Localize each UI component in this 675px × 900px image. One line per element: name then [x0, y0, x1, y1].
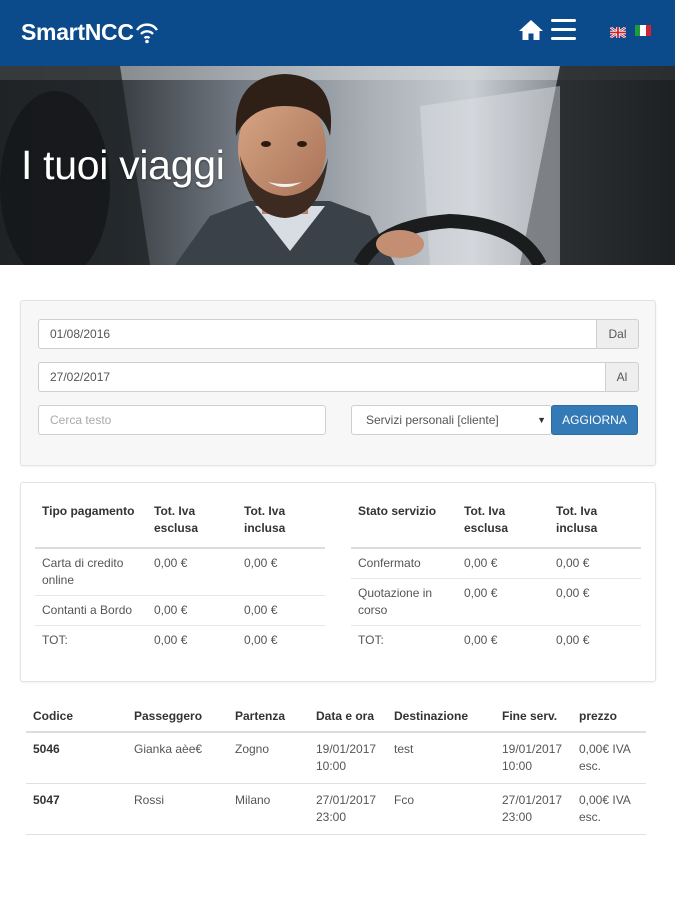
column-header: Passeggero — [127, 702, 228, 733]
end-service-cell: 19/01/2017 10:00 — [495, 732, 572, 784]
wifi-logo-icon — [134, 21, 160, 45]
table-cell: 0,00 € — [457, 548, 549, 579]
table-cell: 0,00 € — [237, 595, 325, 626]
trips-table: Codice Passeggero Partenza Data e ora De… — [26, 702, 646, 835]
dropdown-arrow-icon: ▼ — [537, 415, 546, 425]
page-title: I tuoi viaggi — [21, 142, 225, 188]
logo-text: SmartNCC — [21, 19, 134, 45]
table-row: Confermato 0,00 € 0,00 € — [351, 548, 641, 579]
table-cell: TOT: — [358, 633, 384, 647]
table-header-row: Stato servizio Tot. Iva esclusa Tot. Iva… — [351, 497, 641, 549]
table-row: Contanti a Bordo 0,00 € 0,00 € — [35, 595, 325, 626]
table-cell: 0,00 € — [464, 633, 498, 647]
column-header: prezzo — [572, 702, 646, 733]
hero-banner: I tuoi viaggi — [0, 66, 675, 265]
end-service-cell: 27/01/2017 23:00 — [495, 783, 572, 835]
column-header: Codice — [26, 702, 127, 733]
column-header: Fine serv. — [495, 702, 572, 733]
departure-cell: Milano — [228, 783, 309, 835]
from-date-input[interactable] — [38, 319, 597, 349]
departure-cell: Zogno — [228, 732, 309, 784]
search-input[interactable] — [38, 405, 326, 435]
column-header: Data e ora — [309, 702, 387, 733]
table-cell: 0,00 € — [549, 548, 641, 579]
table-cell: Confermato — [351, 548, 457, 579]
destination-cell: test — [387, 732, 495, 784]
column-header: Stato servizio — [351, 497, 457, 549]
table-cell: 0,00 € — [549, 578, 641, 626]
flag-it-icon[interactable] — [635, 25, 651, 36]
price-cell: 0,00€ IVA esc. — [572, 783, 646, 835]
to-label: Al — [606, 362, 639, 392]
flag-uk-icon[interactable] — [609, 25, 627, 39]
app-logo[interactable]: SmartNCC — [21, 19, 160, 46]
datetime-cell: 27/01/2017 23:00 — [309, 783, 387, 835]
table-cell: 0,00 € — [237, 548, 325, 596]
top-navbar: SmartNCC — [0, 0, 675, 66]
destination-cell: Fco — [387, 783, 495, 835]
table-header-row: Tipo pagamento Tot. Iva esclusa Tot. Iva… — [35, 497, 325, 549]
column-header: Destinazione — [387, 702, 495, 733]
hamburger-menu-icon[interactable] — [551, 19, 576, 41]
to-date-group: Al — [38, 362, 639, 392]
table-cell: 0,00 € — [147, 548, 237, 596]
service-type-value: Servizi personali [cliente] — [366, 413, 499, 427]
passenger-cell: Gianka aèe€ — [127, 732, 228, 784]
home-icon[interactable] — [518, 18, 544, 42]
from-date-group: Dal — [38, 319, 639, 349]
table-row: Carta di credito online 0,00 € 0,00 € — [35, 548, 325, 596]
filter-panel: Dal Al Servizi personali [cliente] ▼ AGG… — [20, 300, 656, 466]
column-header: Tot. Iva inclusa — [549, 497, 641, 549]
column-header: Partenza — [228, 702, 309, 733]
price-cell: 0,00€ IVA esc. — [572, 732, 646, 784]
table-cell: Contanti a Bordo — [35, 595, 147, 626]
totals-panel: Tipo pagamento Tot. Iva esclusa Tot. Iva… — [20, 482, 656, 682]
service-type-select[interactable]: Servizi personali [cliente] ▼ — [351, 405, 552, 435]
to-date-input[interactable] — [38, 362, 606, 392]
table-row[interactable]: 5047 Rossi Milano 27/01/2017 23:00 Fco 2… — [26, 783, 646, 835]
from-label: Dal — [597, 319, 639, 349]
status-summary-table: Stato servizio Tot. Iva esclusa Tot. Iva… — [351, 497, 641, 655]
column-header: Tot. Iva inclusa — [237, 497, 325, 549]
table-cell: TOT: — [42, 633, 68, 647]
table-row: Quotazione in corso 0,00 € 0,00 € — [351, 578, 641, 626]
table-header-row: Codice Passeggero Partenza Data e ora De… — [26, 702, 646, 733]
trip-code[interactable]: 5047 — [26, 783, 127, 835]
table-cell: Quotazione in corso — [351, 578, 457, 626]
table-row: TOT: 0,00 € 0,00 € — [351, 626, 641, 656]
trip-code[interactable]: 5046 — [26, 732, 127, 784]
passenger-cell: Rossi — [127, 783, 228, 835]
table-cell: 0,00 € — [147, 595, 237, 626]
table-cell: 0,00 € — [457, 578, 549, 626]
table-row: TOT: 0,00 € 0,00 € — [35, 626, 325, 656]
payment-summary-table: Tipo pagamento Tot. Iva esclusa Tot. Iva… — [35, 497, 325, 655]
column-header: Tot. Iva esclusa — [147, 497, 237, 549]
table-cell: Carta di credito online — [35, 548, 147, 596]
table-cell: 0,00 € — [244, 633, 278, 647]
table-row[interactable]: 5046 Gianka aèe€ Zogno 19/01/2017 10:00 … — [26, 732, 646, 784]
datetime-cell: 19/01/2017 10:00 — [309, 732, 387, 784]
column-header: Tot. Iva esclusa — [457, 497, 549, 549]
table-cell: 0,00 € — [154, 633, 188, 647]
update-button[interactable]: AGGIORNA — [551, 405, 638, 435]
column-header: Tipo pagamento — [35, 497, 147, 549]
table-cell: 0,00 € — [556, 633, 590, 647]
